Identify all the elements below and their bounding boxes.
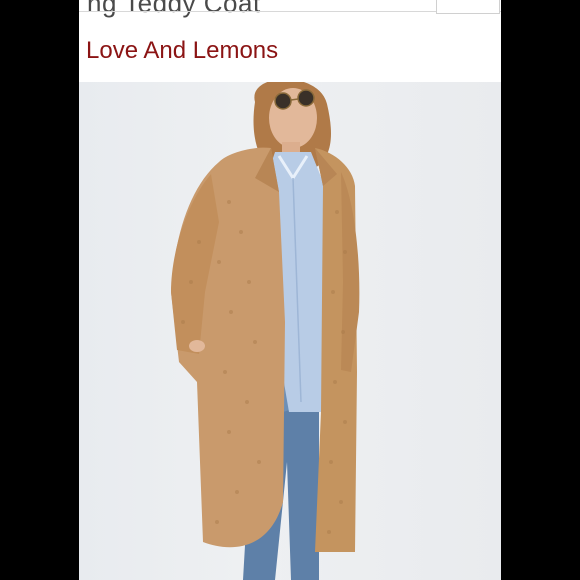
header-action-button[interactable] (436, 0, 500, 14)
listing-screen: ng Teddy Coat Love And Lemons (79, 0, 501, 580)
brand-link[interactable]: Love And Lemons (86, 37, 278, 65)
sunglasses-left-lens (274, 92, 292, 110)
hand-shape (189, 340, 205, 352)
sunglasses-right-lens (297, 89, 315, 107)
sunglasses-bridge (290, 98, 299, 101)
screenshot-frame: ng Teddy Coat Love And Lemons (0, 0, 580, 580)
product-photo-illustration (171, 82, 360, 580)
product-photo[interactable] (79, 82, 501, 580)
listing-title: ng Teddy Coat (87, 0, 261, 18)
